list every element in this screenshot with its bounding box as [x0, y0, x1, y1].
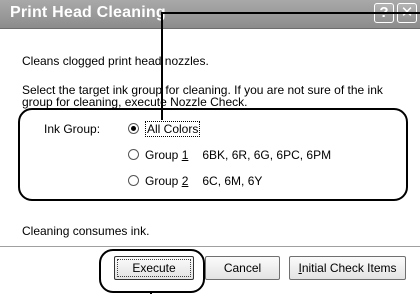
- radio-label-group-1: Group 1: [145, 148, 189, 162]
- radio-button-icon[interactable]: [128, 175, 139, 187]
- cleaning-note: Cleaning consumes ink.: [22, 224, 150, 238]
- group-1-colors: 6BK, 6R, 6G, 6PC, 6PM: [202, 148, 332, 162]
- radio-label-all-colors: All Colors: [145, 121, 201, 137]
- title-bar[interactable]: Print Head Cleaning ? ✕: [0, 0, 420, 29]
- callout-line: [161, 12, 420, 14]
- dialog-description: Cleans clogged print head nozzles.: [22, 54, 209, 68]
- instruction-text: Select the target ink group for cleaning…: [22, 83, 383, 109]
- radio-group-1[interactable]: Group 1 6BK, 6R, 6G, 6PC, 6PM: [128, 148, 331, 162]
- cancel-button[interactable]: Cancel: [205, 256, 280, 280]
- radio-button-icon[interactable]: [128, 149, 139, 161]
- initial-check-items-button[interactable]: Initial Check Items: [289, 256, 406, 280]
- ink-group-label: Ink Group:: [44, 122, 101, 136]
- radio-button-icon[interactable]: [128, 123, 139, 135]
- dialog-title: Print Head Cleaning: [10, 4, 166, 21]
- execute-button-label: Execute: [117, 259, 191, 277]
- print-head-cleaning-dialog: Print Head Cleaning ? ✕ Cleans clogged p…: [0, 0, 420, 294]
- execute-button[interactable]: Execute: [114, 256, 194, 280]
- radio-group-2[interactable]: Group 2 6C, 6M, 6Y: [128, 174, 262, 188]
- radio-label-group-2: Group 2: [145, 174, 189, 188]
- callout-line: [161, 12, 163, 120]
- group-2-colors: 6C, 6M, 6Y: [202, 174, 263, 188]
- separator: [0, 246, 420, 248]
- radio-all-colors[interactable]: All Colors: [128, 121, 201, 137]
